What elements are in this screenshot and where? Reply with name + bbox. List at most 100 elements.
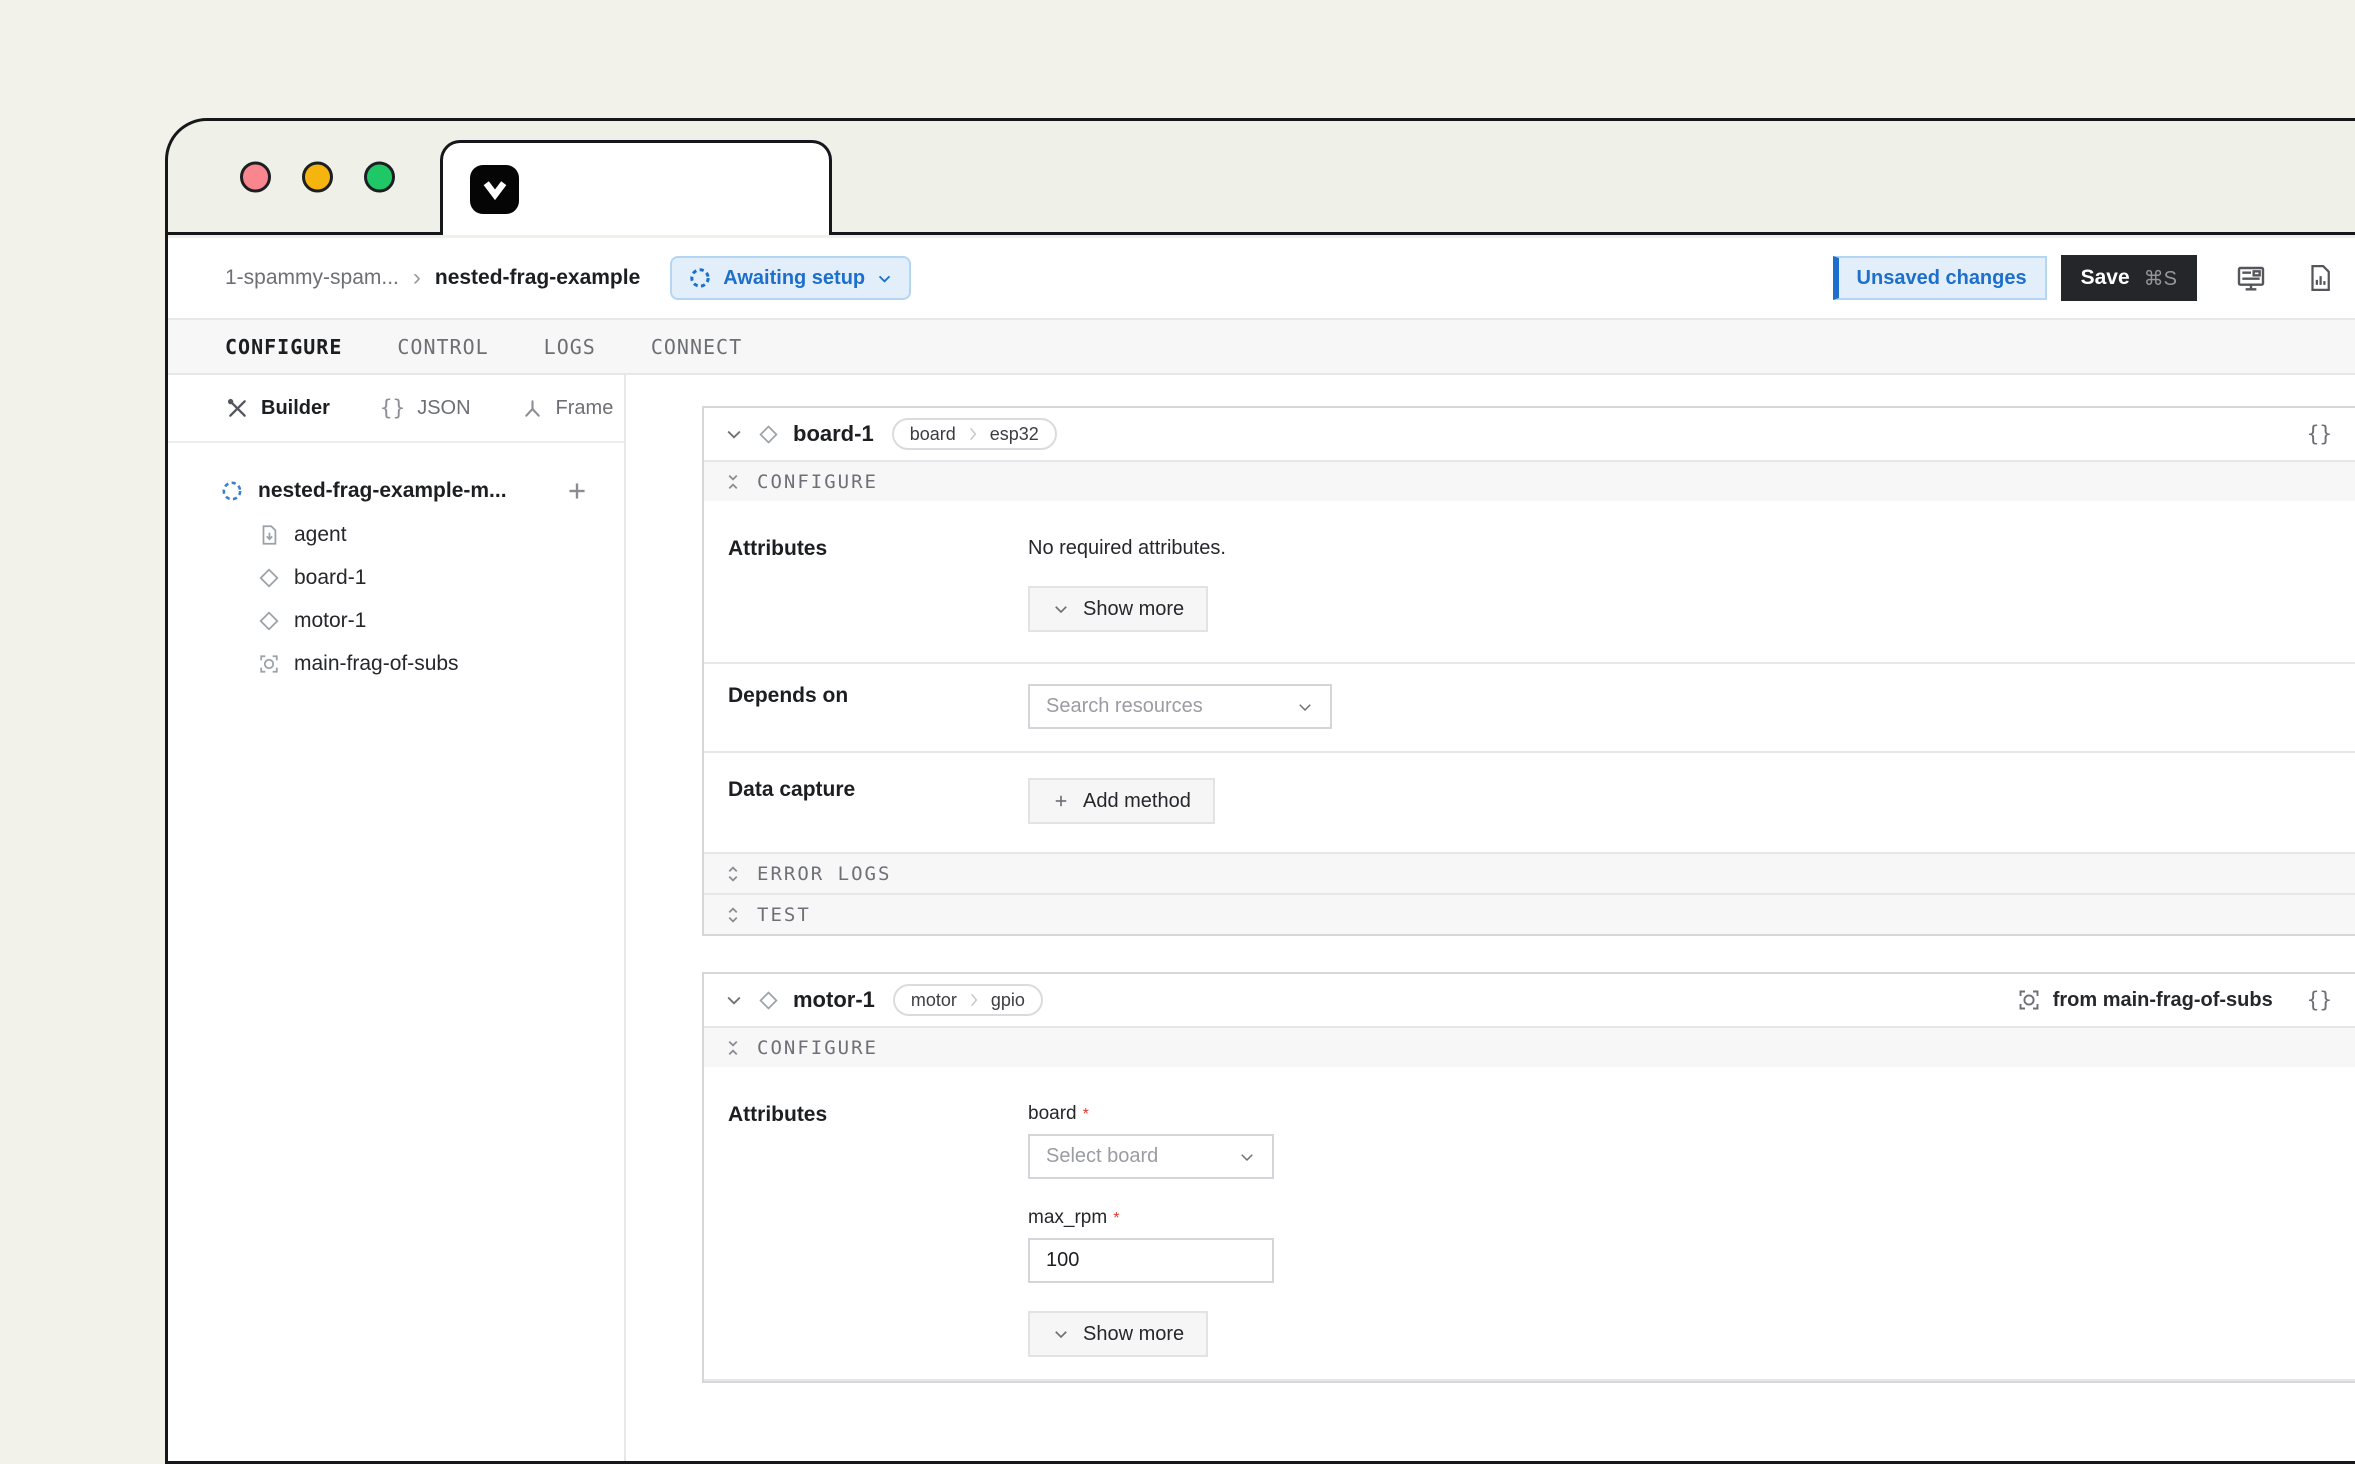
diamond-icon — [758, 990, 779, 1011]
resource-model: esp32 — [990, 424, 1039, 445]
depends-on-label: Depends on — [728, 684, 1028, 708]
section-label: CONFIGURE — [757, 1037, 878, 1059]
attributes-label: Attributes — [728, 537, 1028, 561]
machine-page-icon-button[interactable] — [2235, 262, 2267, 294]
save-label: Save — [2081, 266, 2130, 290]
expand-section-icon — [724, 865, 742, 883]
motor-configure-section-toggle[interactable]: CONFIGURE — [704, 1026, 2355, 1067]
tree-item-board-1[interactable]: board-1 — [258, 556, 590, 599]
mode-frame-label: Frame — [556, 397, 614, 420]
tab-connect[interactable]: CONNECT — [651, 335, 742, 359]
add-method-button[interactable]: Add method — [1028, 778, 1215, 824]
tab-configure[interactable]: CONFIGURE — [225, 335, 342, 359]
board-field-label: board — [1028, 1103, 1077, 1124]
mode-frame[interactable]: Frame — [521, 397, 614, 420]
view-json-button[interactable]: {} — [2307, 422, 2332, 446]
chevron-right-icon — [967, 426, 979, 442]
tree-item-agent[interactable]: agent — [258, 513, 590, 556]
max-rpm-input[interactable] — [1028, 1238, 1274, 1283]
max-rpm-field: max_rpm * — [1028, 1207, 2355, 1283]
close-window-button[interactable] — [240, 161, 271, 192]
config-main-panel: board-1 board esp32 {} ··· CO — [626, 375, 2355, 1461]
browser-tab[interactable] — [440, 140, 832, 235]
mode-builder[interactable]: Builder — [226, 397, 330, 420]
maximize-window-button[interactable] — [364, 161, 395, 192]
tree-root-label: nested-frag-example-m... — [258, 479, 507, 503]
diamond-icon — [758, 424, 779, 445]
board-attributes-row: Attributes No required attributes. Show … — [704, 501, 2355, 662]
board-test-section-toggle[interactable]: TEST — [704, 893, 2355, 934]
save-shortcut: ⌘S — [2144, 266, 2177, 291]
chevron-down-icon — [1052, 600, 1070, 618]
motor-attributes-row: Attributes board * Select board — [704, 1067, 2355, 1379]
collapse-chevron-icon[interactable] — [724, 990, 744, 1010]
show-more-button[interactable]: Show more — [1028, 586, 1208, 632]
tree-item-label: main-frag-of-subs — [294, 652, 459, 676]
tree-item-label: motor-1 — [294, 609, 366, 633]
plus-icon — [1052, 792, 1070, 810]
chevron-down-icon — [1052, 1325, 1070, 1343]
unsaved-changes-button[interactable]: Unsaved changes — [1833, 256, 2047, 300]
add-resource-button[interactable] — [564, 478, 590, 504]
tab-control[interactable]: CONTROL — [397, 335, 488, 359]
show-more-button[interactable]: Show more — [1028, 1311, 1208, 1357]
resource-type: board — [910, 424, 956, 445]
max-rpm-field-label: max_rpm — [1028, 1207, 1107, 1228]
resource-model: gpio — [991, 990, 1025, 1011]
unsaved-changes-label: Unsaved changes — [1857, 267, 2027, 290]
view-json-button[interactable]: {} — [2307, 988, 2332, 1012]
depends-on-placeholder: Search resources — [1046, 695, 1203, 718]
tree-item-label: agent — [294, 523, 347, 547]
machine-header: 1-spammy-spam... › nested-frag-example A… — [168, 238, 2355, 320]
collapse-chevron-icon[interactable] — [724, 424, 744, 444]
motor-1-card-header: motor-1 motor gpio from main-frag-of-sub… — [704, 974, 2355, 1026]
config-sidebar: Builder {} JSON Frame — [168, 375, 626, 1461]
section-label: ERROR LOGS — [757, 863, 891, 885]
board-select-placeholder: Select board — [1046, 1145, 1158, 1168]
fragment-icon — [2017, 988, 2041, 1012]
board-configure-section-toggle[interactable]: CONFIGURE — [704, 460, 2355, 501]
traffic-lights — [240, 161, 395, 192]
resource-name: board-1 — [793, 421, 874, 447]
board-field: board * Select board — [1028, 1103, 2355, 1179]
browser-titlebar — [168, 121, 2355, 235]
resource-tree: nested-frag-example-m... agent — [168, 443, 624, 685]
board-1-card-header: board-1 board esp32 {} ··· — [704, 408, 2355, 460]
required-asterisk: * — [1113, 1210, 1119, 1227]
tree-root-machine-part[interactable]: nested-frag-example-m... — [220, 469, 590, 513]
minimize-window-button[interactable] — [302, 161, 333, 192]
collapse-section-icon — [724, 473, 742, 491]
tree-item-label: board-1 — [294, 566, 366, 590]
tree-item-main-frag-of-subs[interactable]: main-frag-of-subs — [258, 642, 590, 685]
section-label: CONFIGURE — [757, 471, 878, 493]
tab-logs[interactable]: LOGS — [544, 335, 596, 359]
board-depends-on-row: Depends on Search resources — [704, 664, 2355, 751]
breadcrumb-parent-link[interactable]: 1-spammy-spam... — [225, 266, 399, 290]
no-required-attributes-text: No required attributes. — [1028, 537, 2355, 560]
fragment-source-label: from main-frag-of-subs — [2053, 989, 2273, 1012]
machine-status-badge[interactable]: Awaiting setup — [670, 256, 911, 300]
spinner-icon — [220, 479, 244, 503]
logs-file-icon-button[interactable] — [2305, 263, 2335, 293]
mode-json-label: JSON — [417, 397, 470, 420]
motor-1-card: motor-1 motor gpio from main-frag-of-sub… — [702, 972, 2355, 1383]
mode-builder-label: Builder — [261, 397, 330, 420]
data-capture-label: Data capture — [728, 778, 1028, 802]
agent-file-icon — [258, 524, 280, 546]
attributes-label: Attributes — [728, 1103, 1028, 1127]
fragment-source: from main-frag-of-subs — [2017, 988, 2273, 1012]
breadcrumb-separator: › — [413, 264, 421, 292]
save-button[interactable]: Save ⌘S — [2061, 255, 2197, 301]
board-error-logs-section-toggle[interactable]: ERROR LOGS — [704, 852, 2355, 893]
add-method-label: Add method — [1083, 790, 1191, 813]
show-more-label: Show more — [1083, 598, 1184, 621]
breadcrumb-machine-name: nested-frag-example — [435, 266, 640, 290]
board-select[interactable]: Select board — [1028, 1134, 1274, 1179]
tree-item-motor-1[interactable]: motor-1 — [258, 599, 590, 642]
required-asterisk: * — [1083, 1106, 1089, 1123]
resource-name: motor-1 — [793, 987, 875, 1013]
chevron-down-icon — [1296, 698, 1314, 716]
depends-on-select[interactable]: Search resources — [1028, 684, 1332, 729]
mode-json[interactable]: {} JSON — [380, 396, 471, 420]
spinner-icon — [688, 266, 712, 290]
